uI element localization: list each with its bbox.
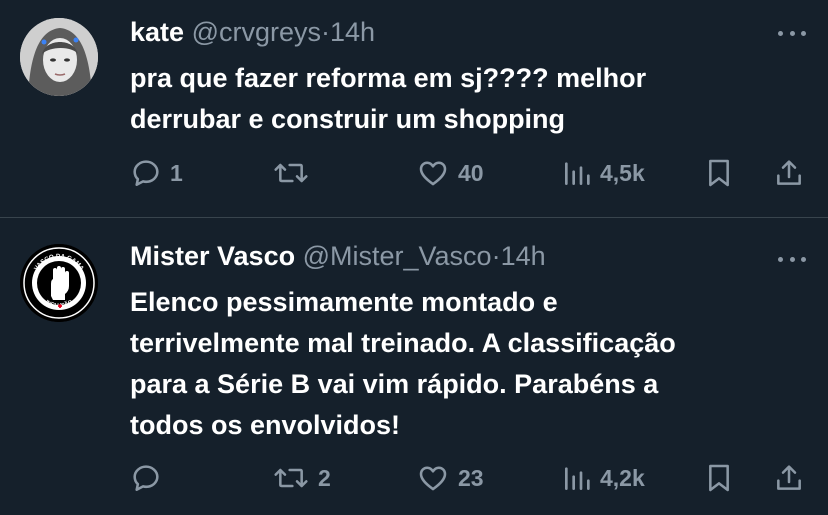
views-button[interactable]: 4,5k [562,153,645,193]
display-name[interactable]: kate [130,17,184,47]
tweet[interactable]: kate @crvgreys·14h pra que fazer reforma… [0,0,828,218]
views-icon [565,467,590,490]
share-button[interactable] [772,153,806,193]
like-count: 23 [458,464,484,491]
more-options-icon[interactable] [778,28,806,38]
heart-icon [419,161,447,186]
heart-icon [419,466,447,491]
bookmark-button[interactable] [704,458,734,498]
share-icon [777,160,801,185]
more-options-icon[interactable] [778,254,806,264]
reply-icon [133,465,159,491]
reply-icon [133,160,159,187]
retweet-button[interactable]: 2 [272,458,331,498]
reply-button[interactable] [130,458,170,498]
avatar-logo: VASCO DA GAMA INCLUSÃO [20,244,98,322]
retweet-button[interactable] [272,153,318,193]
like-count: 40 [458,159,484,186]
display-name[interactable]: Mister Vasco [130,241,295,271]
separator-dot: · [321,17,330,47]
user-handle[interactable]: @Mister_Vasco [303,241,492,271]
retweet-count: 2 [318,464,331,491]
tweet-header: kate @crvgreys·14h [130,15,375,49]
timestamp[interactable]: 14h [501,241,546,271]
retweet-icon [274,163,308,183]
avatar[interactable]: VASCO DA GAMA INCLUSÃO [20,244,98,322]
avatar[interactable] [20,18,98,96]
tweet-actions: 2 23 4,2k [0,458,828,498]
timestamp[interactable]: 14h [330,17,375,47]
views-count: 4,5k [600,159,645,186]
bookmark-icon [709,159,729,187]
like-button[interactable]: 40 [416,153,484,193]
views-count: 4,2k [600,464,645,491]
bookmark-icon [709,464,729,492]
tweet-text: pra que fazer reforma em sj???? melhor d… [130,63,647,134]
bookmark-button[interactable] [704,153,734,193]
share-icon [777,465,801,490]
tweet-actions: 1 40 4,5k [0,153,828,193]
tweet-text: Elenco pessimamente montado e terrivelme… [130,287,676,440]
share-button[interactable] [772,458,806,498]
separator-dot: · [491,241,501,271]
views-icon [565,162,590,185]
reply-button[interactable]: 1 [130,153,183,193]
views-button[interactable]: 4,2k [562,458,645,498]
avatar-photo [20,18,98,96]
tweet[interactable]: VASCO DA GAMA INCLUSÃO Mister Vasco @Mis… [0,218,828,515]
like-button[interactable]: 23 [416,458,484,498]
tweet-header: Mister Vasco @Mister_Vasco·14h [130,239,546,273]
user-handle[interactable]: @crvgreys [192,17,321,47]
retweet-icon [274,468,308,488]
reply-count: 1 [170,159,183,186]
